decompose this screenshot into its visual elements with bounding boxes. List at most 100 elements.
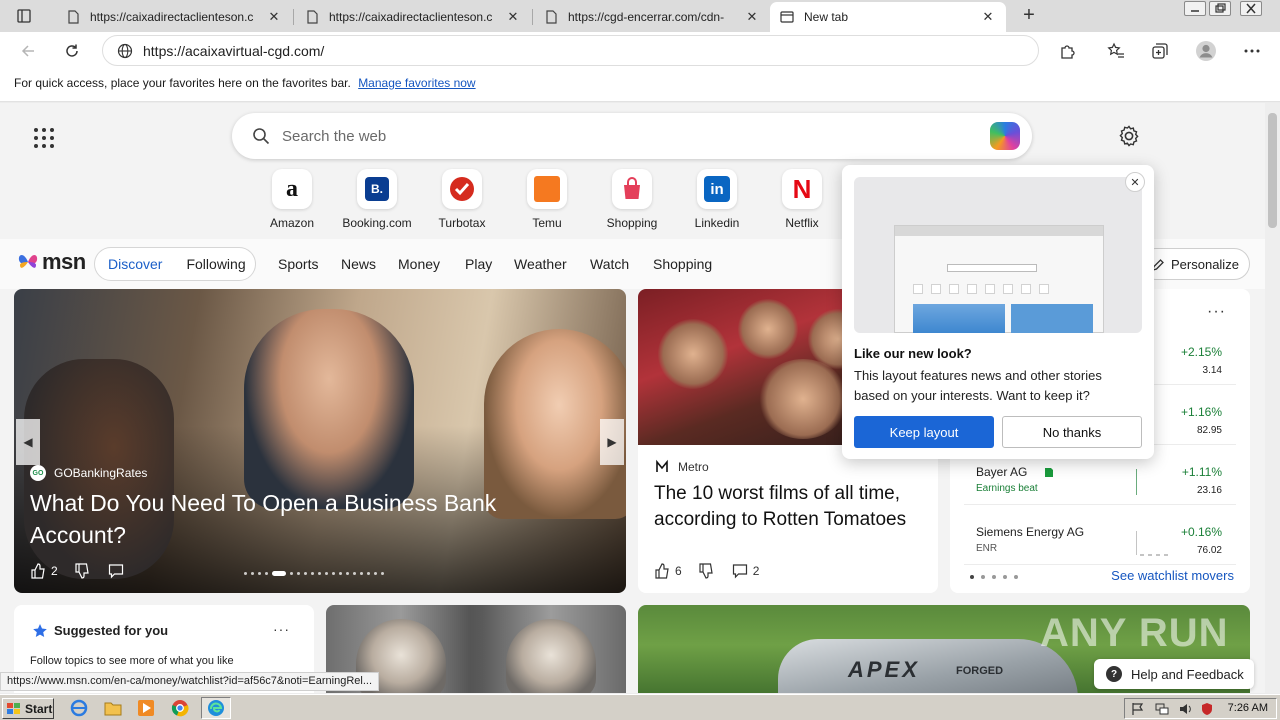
quick-link-shopping[interactable]: Shopping	[595, 169, 669, 230]
quick-link-turbotax[interactable]: Turbotax	[425, 169, 499, 230]
tab-actions-icon	[17, 9, 31, 23]
hero-story-card[interactable]: ◀ ▶ GO GOBankingRates What Do You Need T…	[14, 289, 626, 593]
apps-grid-icon[interactable]	[34, 128, 54, 148]
minimize-icon	[1191, 10, 1199, 12]
sparkline-chart	[1136, 531, 1168, 556]
security-shield-icon[interactable]	[1201, 702, 1213, 716]
new-tab-button[interactable]: +	[1016, 4, 1042, 28]
nav-watch[interactable]: Watch	[590, 256, 629, 272]
stock-price: 23.16	[1196, 485, 1222, 496]
taskbar-edge-active[interactable]	[201, 697, 231, 719]
collections-button[interactable]	[1146, 37, 1174, 65]
quick-link-label: Temu	[532, 216, 562, 230]
quick-link-temu[interactable]: Temu	[510, 169, 584, 230]
refresh-button[interactable]	[58, 37, 86, 65]
scrollbar-thumb[interactable]	[1268, 113, 1277, 228]
tab-following[interactable]: Following	[186, 256, 245, 272]
quick-link-label: Netflix	[785, 216, 819, 230]
quick-link-amazon[interactable]: a Amazon	[255, 169, 329, 230]
comment-icon[interactable]	[732, 563, 748, 579]
quick-link-netflix[interactable]: N Netflix	[765, 169, 839, 230]
story-source[interactable]: Metro	[654, 459, 709, 475]
tab-separator	[532, 9, 533, 25]
chrome-icon[interactable]	[171, 699, 189, 717]
back-button[interactable]	[14, 37, 42, 65]
question-icon: ?	[1106, 666, 1122, 682]
carousel-prev-button[interactable]: ◀	[16, 419, 40, 465]
more-options-icon[interactable]: ···	[273, 621, 290, 637]
extensions-button[interactable]	[1054, 37, 1082, 65]
thumbs-up-icon[interactable]	[654, 563, 670, 579]
comment-icon[interactable]	[108, 563, 124, 579]
search-input[interactable]	[282, 127, 922, 145]
nav-shopping[interactable]: Shopping	[653, 256, 712, 272]
thumbs-up-icon[interactable]	[30, 563, 46, 579]
tab-discover[interactable]: Discover	[108, 256, 162, 272]
profile-button[interactable]	[1192, 37, 1220, 65]
nav-sports[interactable]: Sports	[278, 256, 318, 272]
more-options-icon[interactable]: ···	[1207, 303, 1226, 321]
close-tab-icon[interactable]: ✕	[266, 9, 282, 25]
story-headline[interactable]: What Do You Need To Open a Business Bank…	[30, 487, 590, 551]
globe-icon[interactable]	[117, 43, 133, 59]
watchlist-row[interactable]: Bayer AG Earnings beat +1.11% 23.16	[964, 457, 1236, 505]
close-tab-icon[interactable]: ✕	[505, 9, 521, 25]
taskbar-clock[interactable]: 7:26 AM	[1228, 702, 1268, 714]
browser-tab-2[interactable]: https://caixadirectaclienteson.c ✕	[295, 2, 531, 32]
manage-favorites-link[interactable]: Manage favorites now	[358, 76, 475, 90]
anyrun-watermark: ANY RUN	[1040, 611, 1229, 655]
volume-icon[interactable]	[1179, 702, 1193, 716]
msn-logo[interactable]: msn	[16, 249, 86, 275]
see-watchlist-movers-link[interactable]: See watchlist movers	[1111, 568, 1234, 583]
flag-icon[interactable]	[1131, 702, 1145, 716]
booking-icon: B.	[357, 169, 397, 209]
personalize-button[interactable]: Personalize	[1140, 248, 1250, 280]
tab-actions-button[interactable]	[8, 4, 40, 28]
thumbs-down-icon[interactable]	[74, 563, 90, 579]
carousel-next-button[interactable]: ▶	[600, 419, 624, 465]
close-tab-icon[interactable]: ✕	[744, 9, 760, 25]
keep-layout-button[interactable]: Keep layout	[854, 416, 994, 448]
gear-icon	[1119, 125, 1139, 147]
story-source[interactable]: GO GOBankingRates	[30, 465, 147, 481]
browser-tab-new-tab[interactable]: New tab ✕	[770, 2, 1006, 32]
media-player-icon[interactable]	[137, 699, 155, 717]
nav-weather[interactable]: Weather	[514, 256, 567, 272]
close-icon: ✕	[1130, 176, 1140, 189]
nav-play[interactable]: Play	[465, 256, 492, 272]
close-tab-icon[interactable]: ✕	[980, 9, 996, 25]
browser-tab-3[interactable]: https://cgd-encerrar.com/cdn- ✕	[534, 2, 770, 32]
quick-link-booking[interactable]: B. Booking.com	[340, 169, 414, 230]
copilot-icon[interactable]	[990, 122, 1020, 150]
no-thanks-button[interactable]: No thanks	[1002, 416, 1142, 448]
watchlist-row[interactable]: Siemens Energy AG ENR +0.16% 76.02	[964, 517, 1236, 565]
network-icon[interactable]	[1155, 702, 1169, 716]
favorites-button[interactable]	[1102, 37, 1130, 65]
popup-close-button[interactable]: ✕	[1125, 172, 1145, 192]
page-scrollbar[interactable]	[1265, 103, 1280, 693]
nav-news[interactable]: News	[341, 256, 376, 272]
web-search-box[interactable]	[232, 113, 1032, 159]
folder-icon[interactable]	[104, 699, 122, 717]
maximize-button[interactable]	[1209, 1, 1231, 16]
earnings-badge-icon	[1045, 468, 1053, 477]
carousel-dots[interactable]	[244, 571, 384, 576]
story-headline[interactable]: The 10 worst films of all time, accordin…	[654, 481, 924, 533]
thumbs-down-icon[interactable]	[698, 563, 714, 579]
settings-more-button[interactable]	[1238, 37, 1266, 65]
address-bar[interactable]: https://acaixavirtual-cgd.com/	[102, 35, 1039, 66]
stock-price: 76.02	[1196, 545, 1222, 556]
minimize-button[interactable]	[1184, 1, 1206, 16]
start-button[interactable]: Start	[2, 698, 54, 719]
close-window-button[interactable]	[1240, 1, 1262, 16]
help-and-feedback-button[interactable]: ? Help and Feedback	[1094, 659, 1254, 689]
popup-description: This layout features news and other stor…	[854, 368, 1102, 403]
metro-logo-icon	[655, 459, 669, 474]
page-settings-button[interactable]	[1116, 123, 1142, 149]
browser-tab-1[interactable]: https://caixadirectaclienteson.c ✕	[56, 2, 292, 32]
nav-money[interactable]: Money	[398, 256, 440, 272]
ie-icon[interactable]	[70, 699, 88, 717]
watchlist-pager[interactable]	[970, 575, 1018, 579]
quick-link-linkedin[interactable]: in Linkedin	[680, 169, 754, 230]
address-url[interactable]: https://acaixavirtual-cgd.com/	[143, 43, 324, 59]
